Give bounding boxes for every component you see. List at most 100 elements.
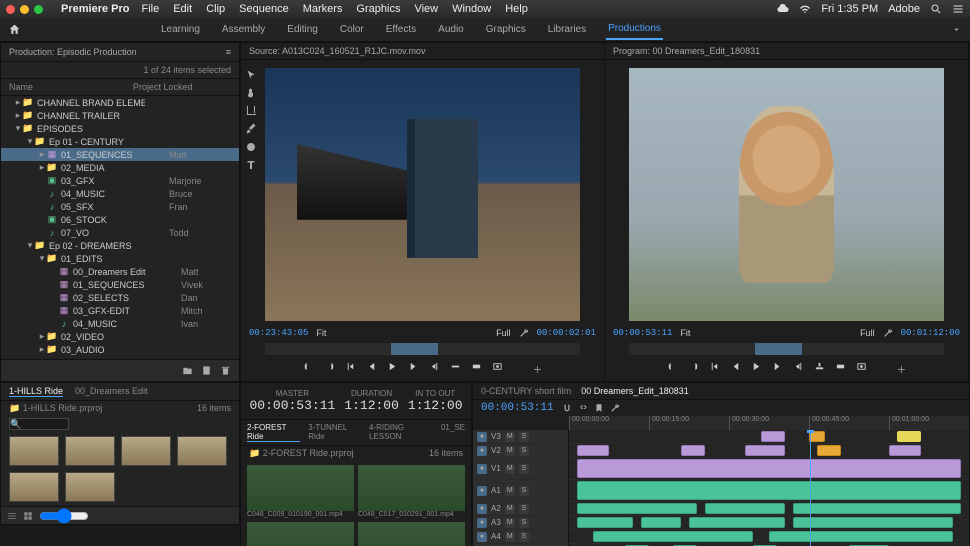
settings-icon[interactable] [610, 403, 620, 413]
link-icon[interactable] [578, 403, 588, 413]
lift-icon[interactable] [814, 361, 825, 372]
window-controls[interactable] [6, 5, 43, 14]
track-v1[interactable]: ●V1MS [473, 458, 969, 480]
workspace-audio[interactable]: Audio [436, 20, 466, 39]
pen-tool-icon[interactable] [245, 123, 257, 135]
tree-row[interactable]: ♪07_VOTodd [1, 226, 239, 239]
hand-tool-icon[interactable] [245, 87, 257, 99]
workspace-effects[interactable]: Effects [384, 20, 418, 39]
timeline-clip[interactable] [793, 503, 961, 514]
tree-row[interactable]: ▦02_SELECTSDan [1, 291, 239, 304]
type-tool-icon[interactable] [245, 159, 257, 171]
timeline-clip[interactable] [577, 481, 961, 500]
tree-row[interactable]: ♪04_MUSICIvan [1, 317, 239, 330]
maximize-icon[interactable] [34, 5, 43, 14]
menu-window[interactable]: Window [452, 3, 491, 15]
col-name[interactable]: Name [9, 82, 133, 92]
tree-row[interactable]: ▣03_GFXMarjorie [1, 174, 239, 187]
icon-view-icon[interactable] [23, 511, 33, 521]
source-scrubber[interactable] [265, 343, 580, 355]
track-a1[interactable]: ●A1MS [473, 480, 969, 502]
goto-out-icon[interactable] [793, 361, 804, 372]
bin1-search[interactable] [9, 418, 69, 430]
timeline-clip[interactable] [761, 431, 785, 442]
timeline-clip[interactable] [577, 517, 633, 528]
src-tab-tunnel[interactable]: 3-TUNNEL Ride [308, 423, 361, 442]
timeline-clip[interactable] [681, 445, 705, 456]
close-icon[interactable] [6, 5, 15, 14]
tree-row[interactable]: ▸📁CHANNEL TRAILER [1, 109, 239, 122]
tree-row[interactable]: ▸▦01_SEQUENCESMatt [1, 148, 239, 161]
timeline-clip[interactable] [897, 431, 921, 442]
src-tab-lesson[interactable]: 4-RIDING LESSON [369, 423, 433, 442]
step-back-icon[interactable] [730, 361, 741, 372]
add-button-icon[interactable]: + [533, 361, 541, 377]
wrench-icon[interactable] [883, 328, 893, 338]
tree-row[interactable]: ▸📁CHANNEL BRAND ELEMENTS [1, 96, 239, 109]
source-tc-out[interactable]: 00:00:02:01 [537, 328, 596, 338]
timeline-clip[interactable] [641, 517, 681, 528]
tree-row[interactable]: ▸📁02_MEDIA [1, 161, 239, 174]
playhead[interactable] [810, 430, 811, 546]
new-bin-icon[interactable] [182, 365, 193, 376]
tl-tab-dreamers[interactable]: 00 Dreamers_Edit_180831 [581, 386, 689, 396]
tree-row[interactable]: ▦01_SEQUENCESVivek [1, 278, 239, 291]
new-item-icon[interactable] [201, 365, 212, 376]
goto-out-icon[interactable] [429, 361, 440, 372]
grab-tool-icon[interactable] [245, 141, 257, 153]
workspace-editing[interactable]: Editing [285, 20, 320, 39]
tree-row[interactable]: ▾📁01_EDITS [1, 252, 239, 265]
mark-out-icon[interactable] [688, 361, 699, 372]
track-v3[interactable]: ●V3MS [473, 430, 969, 444]
minimize-icon[interactable] [20, 5, 29, 14]
goto-in-icon[interactable] [709, 361, 720, 372]
timeline-clip[interactable] [577, 459, 961, 478]
src-tab-se[interactable]: 01_SE [441, 423, 465, 442]
timeline-tracks[interactable]: ●V3MS●V2MS●V1MS●A1MS●A2MS●A3MS●A4MS●A5MS… [473, 430, 969, 546]
timeline-clip[interactable] [889, 445, 921, 456]
step-fwd-icon[interactable] [408, 361, 419, 372]
wrench-icon[interactable] [519, 328, 529, 338]
program-viewport[interactable] [629, 68, 944, 321]
bin-tab-dreamers[interactable]: 00_Dreamers Edit [75, 386, 148, 397]
source-fit[interactable]: Fit [316, 328, 326, 338]
crop-tool-icon[interactable] [245, 105, 257, 117]
insert-icon[interactable] [450, 361, 461, 372]
tree-row[interactable]: ▣06_STOCK [1, 213, 239, 226]
menu-markers[interactable]: Markers [303, 3, 343, 15]
tl-tab-century[interactable]: 0-CENTURY short film [481, 386, 571, 396]
panel-menu-icon[interactable]: ≡ [226, 47, 231, 57]
timeline-clip[interactable] [577, 503, 697, 514]
source-tc-in[interactable]: 00:23:43:05 [249, 328, 308, 338]
timeline-ruler[interactable]: 00:00:00:0000:00:15:0000:00:30:0000:00:4… [569, 416, 969, 430]
list-view-icon[interactable] [7, 511, 17, 521]
menu-help[interactable]: Help [505, 3, 528, 15]
tree-row[interactable]: ▦00_Dreamers EditMatt [1, 265, 239, 278]
tree-row[interactable]: ▸📁02_VIDEO [1, 330, 239, 343]
workspace-learning[interactable]: Learning [159, 20, 202, 39]
track-a2[interactable]: ●A2MS [473, 502, 969, 516]
timeline-clip[interactable] [593, 531, 753, 542]
timeline-clip[interactable] [577, 445, 609, 456]
timeline-clip[interactable] [769, 531, 953, 542]
clip-thumb[interactable] [65, 472, 115, 502]
goto-in-icon[interactable] [345, 361, 356, 372]
mark-in-icon[interactable] [303, 361, 314, 372]
tree-row[interactable]: ▸📁03_AUDIO [1, 343, 239, 356]
overwrite-icon[interactable] [471, 361, 482, 372]
marker-icon[interactable] [594, 403, 604, 413]
tree-row[interactable]: ▾📁EPISODES [1, 122, 239, 135]
workspace-graphics[interactable]: Graphics [484, 20, 528, 39]
menu-clip[interactable]: Clip [206, 3, 225, 15]
search-icon[interactable] [930, 3, 942, 15]
mark-out-icon[interactable] [324, 361, 335, 372]
cloud-icon[interactable] [777, 3, 789, 15]
clip-thumb[interactable] [9, 436, 59, 466]
clip-thumb[interactable] [9, 472, 59, 502]
clip-thumb[interactable] [358, 465, 465, 511]
project-tree[interactable]: ▸📁CHANNEL BRAND ELEMENTS▸📁CHANNEL TRAILE… [1, 96, 239, 370]
clip-thumb[interactable] [247, 465, 354, 511]
extract-icon[interactable] [835, 361, 846, 372]
add-button-icon[interactable]: + [897, 361, 905, 377]
source-full[interactable]: Full [496, 328, 511, 338]
